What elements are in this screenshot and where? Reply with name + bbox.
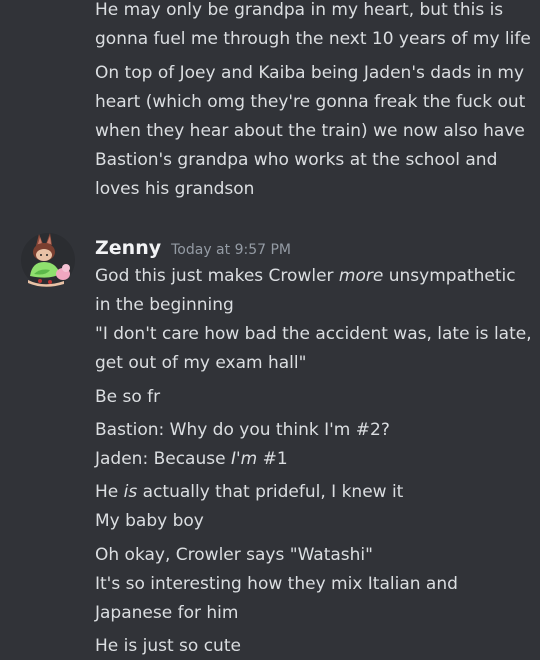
message-line: It's so interesting how they mix Italian… [95, 574, 458, 594]
bunny-character-avatar-icon [21, 233, 75, 287]
message-line: loves his grandson [95, 179, 255, 199]
message-line: get out of my exam hall" [95, 353, 307, 373]
message-line: On top of Joey and Kaiba being Jaden's d… [95, 63, 525, 83]
message-timestamp[interactable]: Today at 9:57 PM [171, 235, 291, 265]
message-line: Bastion's grandpa who works at the schoo… [95, 150, 498, 170]
message-line: Japanese for him [95, 603, 239, 623]
message-line: Oh okay, Crowler says "Watashi" [95, 545, 373, 565]
message-line: when they hear about the train) we now a… [95, 121, 525, 141]
chat-message-list: He may only be grandpa in my heart, but … [0, 0, 540, 660]
message-line: in the beginning [95, 295, 234, 315]
username[interactable]: Zenny [95, 233, 161, 263]
message-header: Zenny Today at 9:57 PM [95, 233, 291, 263]
message-line: Be so fr [95, 387, 161, 407]
message-line: Jaden: Because I'm #1 [95, 449, 288, 469]
message-line: He is just so cute [95, 636, 241, 656]
message-line: He may only be grandpa in my heart, but … [95, 0, 504, 20]
message-line: Bastion: Why do you think I'm #2? [95, 420, 390, 440]
message-line: gonna fuel me through the next 10 years … [95, 29, 531, 49]
message-line: heart (which omg they're gonna freak the… [95, 92, 526, 112]
message-line: God this just makes Crowler more unsympa… [95, 266, 516, 286]
emphasis-text: I'm [230, 449, 258, 469]
message-line: He is actually that prideful, I knew it [95, 482, 404, 502]
message-line: "I don't care how bad the accident was, … [95, 324, 532, 344]
user-avatar[interactable] [20, 232, 76, 288]
emphasis-text: is [123, 482, 138, 502]
emphasis-text: more [338, 266, 384, 286]
message-line: My baby boy [95, 511, 204, 531]
